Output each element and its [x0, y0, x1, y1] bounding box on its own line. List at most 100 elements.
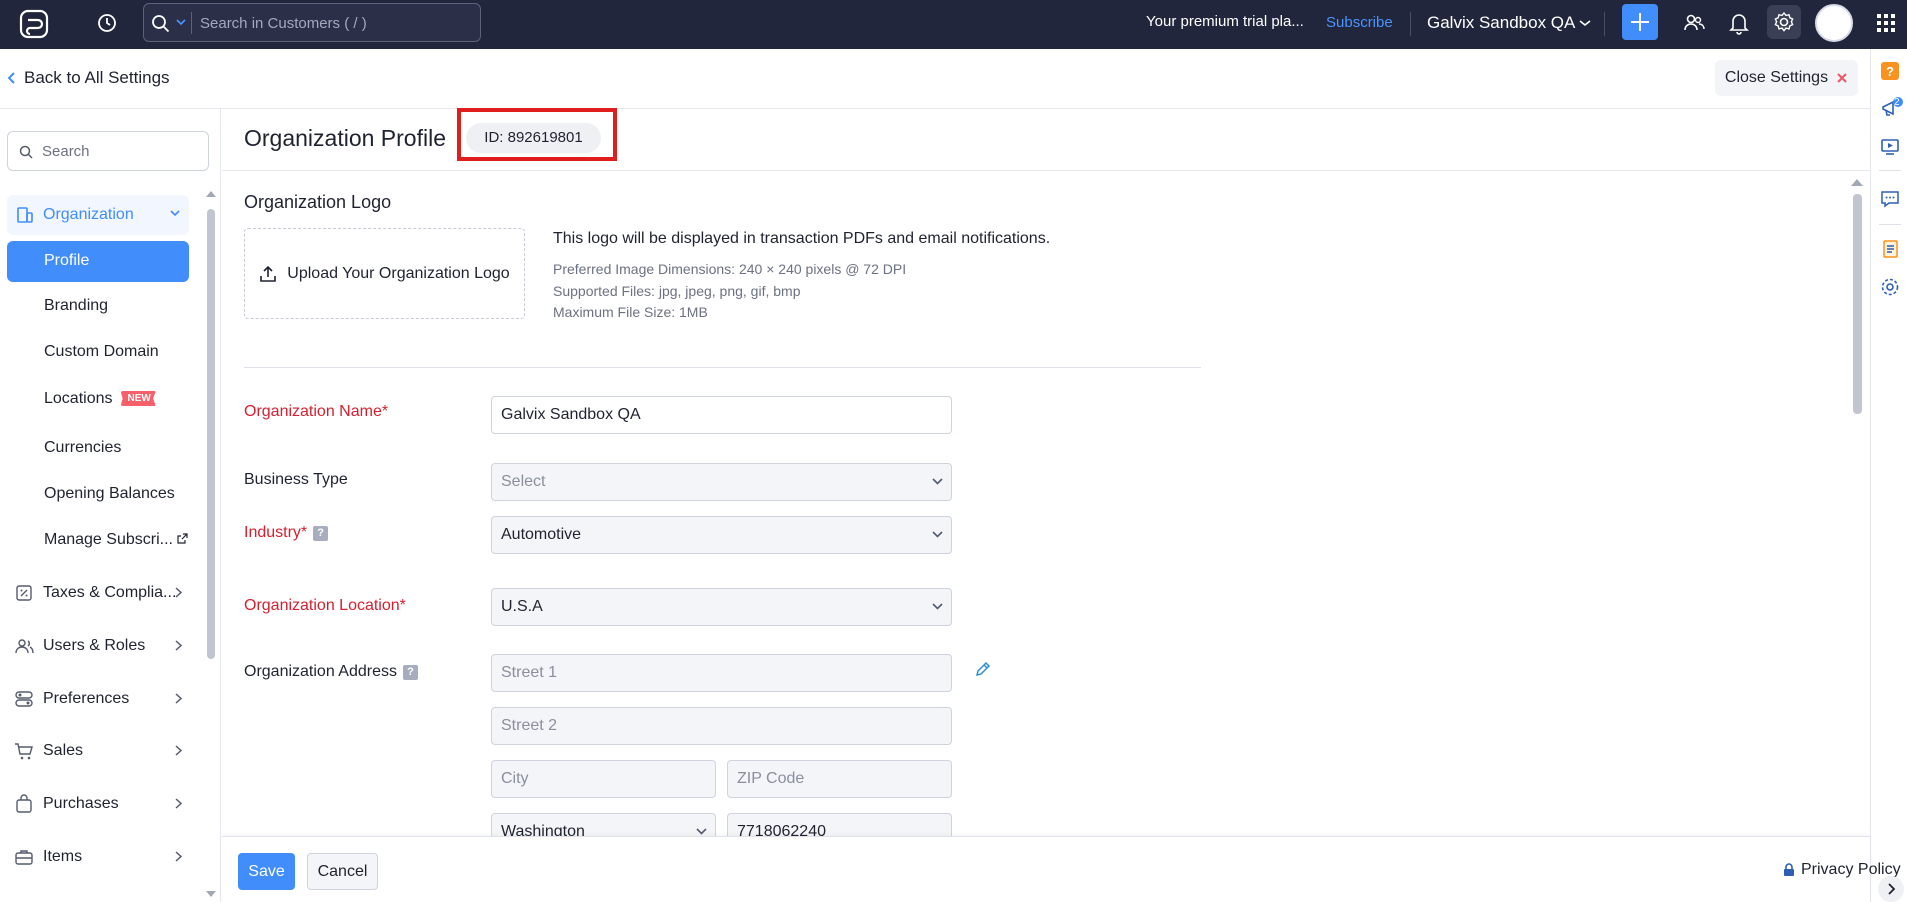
sidebar-item-label: Organization [43, 206, 134, 223]
chevron-right-icon [175, 851, 182, 862]
gear-icon [1774, 11, 1794, 32]
announcement-icon[interactable] [1880, 97, 1904, 126]
divider [1879, 224, 1901, 225]
chevron-down-icon [1579, 20, 1591, 27]
search-icon [19, 145, 33, 159]
subscribe-link[interactable]: Subscribe [1326, 14, 1393, 31]
gear-icon[interactable] [1880, 277, 1900, 302]
chevron-right-icon [175, 693, 182, 704]
sidebar-item-label: Users & Roles [43, 637, 146, 654]
content-scrollbar[interactable] [1853, 194, 1862, 414]
chevron-right-icon [1888, 883, 1896, 895]
external-link-icon [177, 533, 189, 544]
org-location-select[interactable]: U.S.A [491, 588, 952, 626]
chevron-down-icon [932, 478, 943, 485]
search-placeholder: Search in Customers ( / ) [200, 15, 367, 32]
plus-icon [1631, 13, 1649, 31]
divider [1410, 12, 1411, 36]
chevron-down-icon[interactable] [176, 18, 186, 26]
items-icon [15, 850, 33, 865]
sidebar-item-items[interactable]: Items [14, 847, 186, 867]
help-icon[interactable]: ? [1880, 61, 1900, 86]
sidebar-item-branding[interactable]: Branding [44, 297, 108, 315]
settings-gear-button[interactable] [1767, 5, 1801, 39]
sidebar-item-currencies[interactable]: Currencies [44, 439, 121, 457]
app-logo-icon[interactable] [18, 8, 52, 40]
business-type-select[interactable]: Select [491, 463, 952, 501]
upload-logo-button[interactable]: Upload Your Organization Logo [244, 228, 525, 319]
shopping-cart-icon [15, 743, 33, 760]
title-divider [222, 170, 1870, 171]
sidebar-item-organization[interactable]: Organization [7, 195, 189, 235]
recent-history-icon[interactable] [96, 12, 118, 34]
video-tutorial-icon[interactable] [1880, 137, 1900, 162]
user-avatar[interactable] [1815, 4, 1853, 42]
org-name-label: Organization Name* [244, 403, 389, 420]
chevron-right-icon [175, 745, 182, 756]
chat-icon[interactable] [1880, 189, 1900, 214]
chevron-left-icon [8, 72, 15, 84]
scroll-up-arrow-icon[interactable] [1851, 178, 1863, 186]
org-address-label-text: Organization Address [244, 663, 397, 680]
industry-label-text: Industry* [244, 524, 308, 541]
sidebar-item-label: Sales [43, 742, 84, 759]
back-label: Back to All Settings [24, 68, 170, 87]
industry-label: Industry* ? [244, 524, 329, 542]
expand-panel-button[interactable] [1878, 876, 1904, 902]
cancel-button[interactable]: Cancel [307, 853, 378, 890]
street2-input[interactable]: Street 2 [491, 707, 952, 745]
search-icon [152, 15, 170, 33]
pencil-edit-icon[interactable] [974, 660, 992, 678]
sidebar-item-label: Items [43, 848, 83, 865]
sidebar-item-profile[interactable]: Profile [7, 241, 189, 282]
logo-dimensions-text: Preferred Image Dimensions: 240 × 240 pi… [553, 261, 907, 277]
sidebar-search-input[interactable]: Search [7, 131, 209, 171]
logo-info-text: This logo will be displayed in transacti… [553, 230, 1051, 247]
sidebar-item-manage-subscription[interactable]: Manage Subscri... [44, 531, 189, 549]
form-footer [222, 836, 1870, 902]
close-settings-button[interactable]: Close Settings [1715, 60, 1858, 96]
sidebar-item-taxes-compliance[interactable]: Taxes & Complia... [14, 583, 186, 603]
organization-id-badge[interactable]: ID: 892619801 [466, 123, 601, 153]
street1-input[interactable]: Street 1 [491, 654, 952, 692]
sidebar-item-label: Preferences [43, 690, 130, 707]
announcement-count: 2 [1894, 97, 1900, 108]
divider [1604, 12, 1605, 36]
sidebar-item-custom-domain[interactable]: Custom Domain [44, 343, 159, 361]
chevron-down-icon [932, 603, 943, 610]
trial-notice: Your premium trial pla... [1146, 13, 1304, 30]
chevron-down-icon [932, 531, 943, 538]
zip-code-input[interactable]: ZIP Code [727, 760, 952, 798]
quick-create-button[interactable] [1622, 4, 1658, 40]
header-divider [0, 108, 1870, 109]
reports-icon[interactable] [1880, 239, 1900, 264]
users-icon[interactable] [1683, 12, 1705, 39]
help-icon[interactable]: ? [313, 525, 329, 541]
logo-section-label: Organization Logo [244, 192, 392, 212]
chevron-down-icon [170, 210, 180, 217]
city-input[interactable]: City [491, 760, 716, 798]
back-to-settings-link[interactable]: Back to All Settings [8, 68, 170, 88]
industry-select[interactable]: Automotive [491, 516, 952, 554]
org-address-label: Organization Address ? [244, 663, 418, 681]
organization-switcher[interactable]: Galvix Sandbox QA [1427, 13, 1591, 33]
chevron-right-icon [175, 587, 182, 598]
sidebar-item-purchases[interactable]: Purchases [14, 794, 186, 814]
sidebar-item-sales[interactable]: Sales [14, 741, 186, 761]
app-grid-icon[interactable] [1876, 13, 1896, 38]
notification-bell-icon[interactable] [1728, 11, 1750, 40]
help-icon[interactable]: ? [402, 664, 418, 680]
sidebar-item-locations[interactable]: Locations NEW [44, 390, 156, 408]
sidebar-scrollbar[interactable] [207, 209, 215, 659]
upload-logo-label: Upload Your Organization Logo [287, 264, 510, 282]
sidebar-item-opening-balances[interactable]: Opening Balances [44, 485, 175, 503]
sidebar-item-preferences[interactable]: Preferences [14, 689, 186, 709]
save-button[interactable]: Save [238, 853, 295, 890]
upload-icon [260, 265, 277, 282]
scroll-up-arrow-icon[interactable] [206, 190, 216, 197]
scroll-down-arrow-icon[interactable] [206, 891, 216, 898]
sidebar-item-users-roles[interactable]: Users & Roles [14, 636, 186, 656]
org-location-label: Organization Location* [244, 597, 406, 614]
global-search-input[interactable]: Search in Customers ( / ) [143, 3, 481, 42]
org-name-input[interactable]: Galvix Sandbox QA [491, 396, 952, 434]
